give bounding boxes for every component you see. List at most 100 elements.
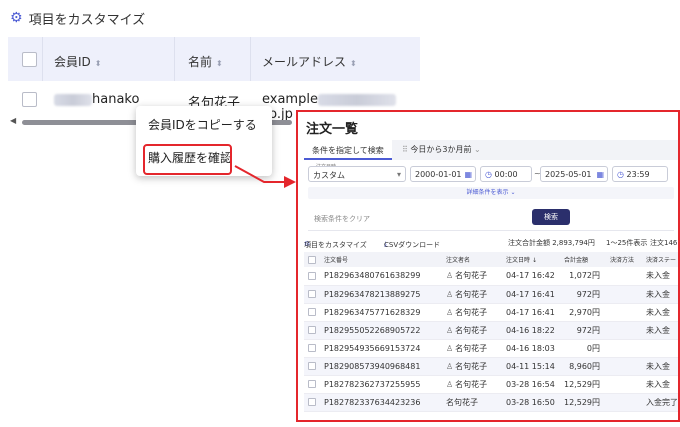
display-range: 1〜25件表示: [606, 239, 648, 247]
person-icon: ♙: [446, 343, 454, 353]
order-date-cell: 04-17 16:41: [502, 303, 560, 322]
row-checkbox[interactable]: [308, 290, 316, 298]
order-id-link[interactable]: P182963480761638299: [320, 267, 442, 286]
order-date-cell: 04-16 18:03: [502, 339, 560, 358]
order-total-cell: 972円: [560, 321, 606, 340]
header-checkbox-cell[interactable]: [304, 252, 320, 267]
table-row[interactable]: P182963478213889275 ♙ 名句花子 04-17 16:41 972円未…: [304, 285, 678, 304]
row-checkbox-cell[interactable]: [304, 321, 320, 340]
customer-name-cell: ♙ 名句花子: [442, 339, 502, 358]
total-count: 注文146: [650, 239, 678, 247]
payment-status-cell: 未入金: [642, 285, 678, 304]
customer-name: 名句花子: [455, 271, 488, 281]
search-button[interactable]: 検索: [532, 209, 570, 225]
table-row[interactable]: P182908573940968481 ♙ 名句花子 04-11 15:14 8,960…: [304, 357, 678, 376]
order-total-cell: 12,529円: [560, 393, 606, 412]
order-total-summary: 注文合計金額 2,893,794円: [508, 239, 595, 247]
tab-search-by-condition[interactable]: 条件を指定して検索: [304, 140, 392, 160]
person-icon: ♙: [446, 325, 454, 335]
payment-method-cell: [606, 285, 642, 304]
customer-name: 名句花子: [455, 343, 488, 353]
payment-status-cell: 未入金: [642, 375, 678, 394]
customer-name-cell: ♙ 名句花子: [442, 285, 502, 304]
order-total-cell: 972円: [560, 285, 606, 304]
column-header-payment-status[interactable]: 決済ステー: [642, 252, 678, 267]
csv-download-label: CSVダウンロード: [384, 241, 441, 249]
date-type-value: カスタム: [313, 171, 345, 180]
row-checkbox[interactable]: [308, 380, 316, 388]
customer-name: 名句花子: [455, 361, 488, 371]
column-header-total[interactable]: 合計金額: [560, 252, 606, 267]
to-date-input[interactable]: 2025-05-01 ▦: [540, 166, 608, 182]
table-row[interactable]: P182955052268905722 ♙ 名句花子 04-16 18:22 972円未…: [304, 321, 678, 340]
column-header-order-date[interactable]: 注文日時 ↓: [502, 252, 560, 267]
table-row[interactable]: P182963480761638299 ♙ 名句花子 04-17 16:42 1,072…: [304, 267, 678, 286]
table-row[interactable]: P182782362737255955 ♙ 名句花子 03-28 16:54 12,52…: [304, 375, 678, 394]
drag-handle-icon: ⠿: [402, 145, 408, 154]
column-header-payment-method[interactable]: 決済方法: [606, 252, 642, 267]
payment-method-cell: [606, 357, 642, 376]
search-action-row: 検索条件をクリア 検索: [308, 207, 674, 231]
row-checkbox-cell[interactable]: [304, 339, 320, 358]
date-filter-row: 注文日時 カスタム▾ 2000-01-01▦ ◷ 00:00 ~ 2025-05…: [308, 164, 678, 184]
row-checkbox-cell[interactable]: [304, 393, 320, 412]
order-total-cell: 2,970円: [560, 303, 606, 322]
order-date-cell: 04-11 15:14: [502, 357, 560, 376]
person-icon: ♙: [446, 307, 454, 317]
from-date-value: 2000-01-01: [415, 170, 462, 179]
table-row[interactable]: P182782337634423236 名句花子 03-28 16:50 12,529…: [304, 393, 678, 412]
order-id-link[interactable]: P182782362737255955: [320, 375, 442, 394]
payment-status-cell: 未入金: [642, 321, 678, 340]
chevron-down-icon: ⌄: [474, 145, 481, 154]
table-header-row: 注文番号 注文者名 注文日時 ↓ 合計金額 決済方法 決済ステー: [304, 252, 678, 267]
customer-name: 名句花子: [455, 325, 488, 335]
clock-icon: ◷: [485, 170, 492, 179]
payment-method-cell: [606, 303, 642, 322]
order-id-link[interactable]: P182963475771628329: [320, 303, 442, 322]
table-row[interactable]: P182954935669153724 ♙ 名句花子 04-16 18:03 0円: [304, 339, 678, 358]
clear-conditions-link[interactable]: 検索条件をクリア: [314, 214, 370, 224]
select-all-checkbox[interactable]: [308, 255, 316, 264]
payment-method-cell: [606, 339, 642, 358]
from-date-input[interactable]: 2000-01-01 ▦: [410, 166, 476, 182]
column-header-customer-name[interactable]: 注文者名: [442, 252, 502, 267]
column-header-order-id[interactable]: 注文番号: [320, 252, 442, 267]
payment-status-cell: 未入金: [642, 357, 678, 376]
orders-table: 注文番号 注文者名 注文日時 ↓ 合計金額 決済方法 決済ステー P182963…: [304, 252, 678, 412]
row-checkbox[interactable]: [308, 326, 316, 334]
order-id-link[interactable]: P182954935669153724: [320, 339, 442, 358]
show-detail-conditions-toggle[interactable]: 詳細条件を表示 ⌄: [308, 187, 674, 199]
customer-name-cell: ♙ 名句花子: [442, 375, 502, 394]
table-row[interactable]: P182963475771628329 ♙ 名句花子 04-17 16:41 2,970…: [304, 303, 678, 322]
row-checkbox[interactable]: [308, 362, 316, 370]
row-checkbox-cell[interactable]: [304, 303, 320, 322]
tab-last-three-months[interactable]: ⠿ 今日から3か月前 ⌄: [402, 144, 481, 155]
row-checkbox-cell[interactable]: [304, 375, 320, 394]
customer-name: 名句花子: [455, 307, 488, 317]
column-header-label: 注文日時: [506, 257, 531, 264]
row-checkbox[interactable]: [308, 308, 316, 316]
customer-name: 名句花子: [455, 379, 488, 389]
tab-label: 今日から3か月前: [410, 145, 472, 154]
person-icon: ♙: [446, 289, 454, 299]
row-checkbox-cell[interactable]: [304, 285, 320, 304]
row-checkbox-cell[interactable]: [304, 357, 320, 376]
order-list-panel: 注文一覧 条件を指定して検索 ⠿ 今日から3か月前 ⌄ 注文日時 カスタム ▾ 2…: [296, 110, 680, 422]
row-checkbox[interactable]: [308, 398, 316, 406]
to-date-value: 2025-05-01: [545, 170, 592, 179]
customer-name-cell: ♙ 名句花子: [442, 267, 502, 286]
order-id-link[interactable]: P182782337634423236: [320, 393, 442, 412]
row-checkbox[interactable]: [308, 344, 316, 352]
row-checkbox-cell[interactable]: [304, 267, 320, 286]
order-total-cell: 12,529円: [560, 375, 606, 394]
page-title: 注文一覧: [306, 122, 359, 137]
from-time-input[interactable]: ◷ 00:00: [480, 166, 532, 182]
order-id-link[interactable]: P182963478213889275: [320, 285, 442, 304]
order-id-link[interactable]: P182955052268905722: [320, 321, 442, 340]
customer-name-cell: ♙ 名句花子: [442, 303, 502, 322]
row-checkbox[interactable]: [308, 271, 316, 280]
payment-method-cell: [606, 321, 642, 340]
to-time-input[interactable]: ◷ 23:59: [612, 166, 668, 182]
order-id-link[interactable]: P182908573940968481: [320, 357, 442, 376]
date-type-select[interactable]: カスタム ▾: [308, 166, 406, 182]
